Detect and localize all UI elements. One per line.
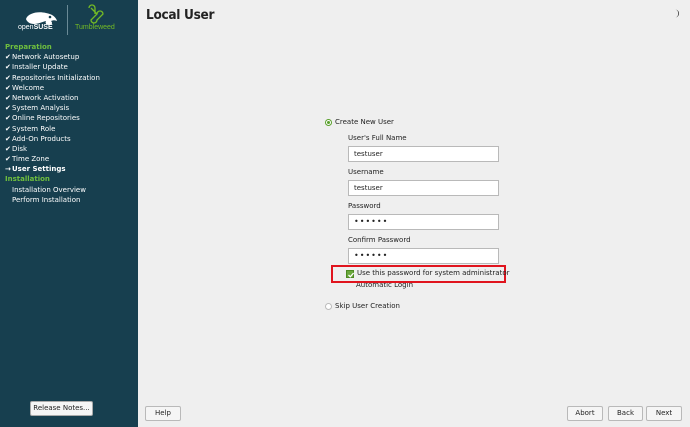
step-network-autosetup: ✔Network Autosetup [5, 53, 80, 62]
check-icon: ✔ [5, 53, 11, 62]
password-field[interactable]: •••••• [348, 214, 499, 230]
release-notes-button[interactable]: Release Notes... [30, 401, 93, 416]
check-icon: ✔ [5, 114, 11, 123]
section-title-installation: Installation [5, 175, 50, 184]
page-title: Local User [146, 7, 215, 23]
abort-button[interactable]: Abort [567, 406, 603, 421]
check-icon: ✔ [5, 73, 11, 82]
step-welcome: ✔Welcome [5, 83, 45, 92]
create-user-radio[interactable] [325, 119, 332, 126]
step-user-settings: →User Settings [5, 165, 66, 174]
create-user-label: Create New User [335, 118, 394, 126]
check-icon: ✔ [5, 93, 11, 102]
step-online-repositories: ✔Online Repositories [5, 114, 80, 123]
step-installation-overview: Installation Overview [12, 185, 86, 194]
check-icon: ✔ [5, 63, 11, 72]
check-icon: ✔ [5, 124, 11, 133]
tumbleweed-logo [88, 4, 104, 24]
check-icon: ✔ [5, 104, 11, 113]
skip-user-radio[interactable] [325, 303, 332, 310]
step-repositories-initialization: ✔Repositories Initialization [5, 73, 100, 82]
admin-password-checkbox[interactable] [346, 270, 355, 278]
moon-icon[interactable] [672, 9, 680, 18]
install-steps-list: Preparation ✔Network Autosetup ✔Installe… [5, 42, 135, 205]
check-icon: ✔ [5, 83, 11, 92]
help-button[interactable]: Help [145, 406, 181, 421]
check-icon: ✔ [5, 134, 11, 143]
logo-divider [67, 5, 68, 35]
logo-area: openSUSE Tumbleweed [0, 0, 138, 40]
tumbleweed-wordmark: Tumbleweed [75, 24, 115, 31]
password-label: Password [348, 202, 381, 210]
step-installer-update: ✔Installer Update [5, 63, 68, 72]
arrow-right-icon: → [5, 165, 11, 174]
username-label: Username [348, 168, 384, 176]
confirm-password-label: Confirm Password [348, 236, 411, 244]
main-panel: Local User Create New User User's Full N… [138, 0, 690, 427]
step-time-zone: ✔Time Zone [5, 155, 50, 164]
step-disk: ✔Disk [5, 144, 28, 153]
checkmark-icon [348, 272, 355, 278]
full-name-label: User's Full Name [348, 134, 407, 142]
next-button[interactable]: Next [646, 406, 682, 421]
check-icon: ✔ [5, 155, 11, 164]
step-system-analysis: ✔System Analysis [5, 104, 70, 113]
step-perform-installation: Perform Installation [12, 195, 81, 204]
back-button[interactable]: Back [608, 406, 643, 421]
confirm-password-field[interactable]: •••••• [348, 248, 499, 264]
step-network-activation: ✔Network Activation [5, 93, 79, 102]
section-title-preparation: Preparation [5, 43, 52, 51]
check-icon: ✔ [5, 144, 11, 153]
opensuse-wordmark: openSUSE [18, 24, 53, 31]
sidebar: openSUSE Tumbleweed Preparation ✔Network… [0, 0, 138, 427]
admin-password-label: Use this password for system administrat… [357, 269, 510, 277]
full-name-field[interactable]: testuser [348, 146, 499, 162]
step-add-on-products: ✔Add-On Products [5, 134, 71, 143]
skip-user-label: Skip User Creation [335, 302, 400, 310]
step-system-role: ✔System Role [5, 124, 56, 133]
username-field[interactable]: testuser [348, 180, 499, 196]
